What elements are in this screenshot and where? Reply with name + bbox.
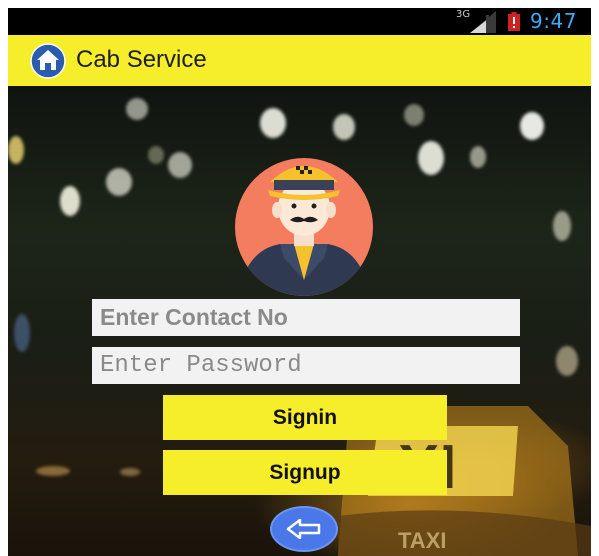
- bokeh-light: [404, 104, 424, 126]
- bokeh-light: [148, 146, 164, 164]
- signin-button[interactable]: Signin: [163, 395, 447, 440]
- bokeh-light: [260, 108, 286, 138]
- bokeh-light: [120, 468, 140, 476]
- home-icon[interactable]: [30, 43, 66, 79]
- bokeh-light: [14, 314, 30, 352]
- bokeh-light: [470, 146, 486, 168]
- bokeh-light: [556, 346, 578, 376]
- signup-button[interactable]: Signup: [163, 450, 447, 495]
- bokeh-light: [106, 168, 132, 196]
- bokeh-light: [126, 98, 148, 120]
- signal-icon: [470, 11, 496, 33]
- driver-avatar: [235, 158, 373, 296]
- arrow-left-icon: [286, 519, 321, 539]
- back-button[interactable]: [270, 506, 338, 552]
- bokeh-light: [36, 466, 70, 476]
- app-title: Cab Service: [76, 46, 207, 73]
- password-input[interactable]: [92, 347, 520, 384]
- app-bar: Cab Service: [8, 35, 591, 86]
- bokeh-light: [8, 136, 24, 164]
- bokeh-light: [60, 186, 80, 216]
- svg-text:TAXI: TAXI: [398, 528, 446, 553]
- status-bar: 3G 9:47: [8, 8, 591, 35]
- status-time: 9:47: [530, 9, 577, 33]
- bokeh-light: [520, 112, 544, 140]
- bokeh-light: [333, 114, 355, 140]
- battery-alert-icon: [508, 12, 520, 31]
- contact-number-input[interactable]: [92, 299, 520, 336]
- app-screen: 3G 9:47 Cab Service TAXI Enter Contact N…: [8, 8, 591, 556]
- bokeh-light: [553, 211, 571, 241]
